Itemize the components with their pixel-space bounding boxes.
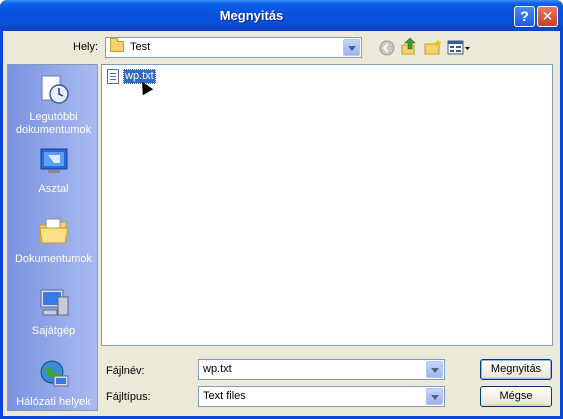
my-documents-icon [38, 218, 69, 244]
window-title: Megnyitás [219, 8, 284, 23]
filename-field[interactable]: wp.txt [198, 359, 445, 380]
lookin-value: Test [130, 41, 151, 53]
chevron-down-icon[interactable] [426, 388, 443, 405]
place-label: Sajátgép [31, 325, 76, 337]
dialog-client: Hely: Test Legutóbbi dokumentumok Asztal… [3, 31, 560, 416]
chevron-down-icon[interactable] [343, 39, 360, 56]
help-icon[interactable]: ? [514, 6, 535, 27]
file-list[interactable]: wp.txt [101, 64, 553, 346]
place-label: Hálózati helyek [16, 396, 91, 408]
place-recent-documents[interactable]: Legutóbbi dokumentumok [8, 73, 99, 137]
open-dialog: Megnyitás ? ✕ Hely: Test Legutóbbi dokum… [0, 0, 563, 419]
folder-icon [110, 38, 124, 52]
lookin-dropdown[interactable]: Test [105, 37, 362, 58]
up-folder-icon[interactable] [401, 37, 419, 55]
lookin-label: Hely: [73, 41, 99, 53]
filetype-value: Text files [203, 390, 246, 402]
filetype-label: Fájltípus: [106, 391, 151, 403]
cancel-button[interactable]: Mégse [480, 386, 552, 407]
new-folder-icon[interactable] [424, 38, 442, 56]
back-icon[interactable] [378, 39, 396, 57]
filename-label: Fájlnév: [106, 365, 145, 377]
place-my-computer[interactable]: Sajátgép [8, 287, 99, 338]
desktop-icon [40, 148, 67, 173]
filename-value: wp.txt [203, 363, 232, 375]
chevron-down-icon[interactable] [426, 361, 443, 378]
network-places-icon [40, 360, 68, 387]
place-label: Asztal [38, 183, 69, 195]
place-desktop[interactable]: Asztal [8, 145, 99, 196]
view-menu-icon[interactable] [447, 39, 471, 57]
my-computer-icon [40, 289, 68, 316]
text-file-icon [107, 69, 119, 84]
place-network-places[interactable]: Hálózati helyek [8, 358, 99, 409]
file-name[interactable]: wp.txt [123, 69, 156, 84]
recent-docs-icon [41, 75, 69, 104]
place-label: Legutóbbi dokumentumok [15, 111, 92, 136]
open-button[interactable]: Megnyitás [480, 359, 552, 380]
filetype-dropdown[interactable]: Text files [198, 386, 445, 407]
places-bar: Legutóbbi dokumentumok Asztal Dokumentum… [7, 64, 98, 411]
title-bar[interactable]: Megnyitás ? ✕ [0, 0, 563, 31]
place-label: Dokumentumok [14, 253, 93, 265]
place-my-documents[interactable]: Dokumentumok [8, 215, 99, 266]
close-icon[interactable]: ✕ [537, 6, 558, 27]
